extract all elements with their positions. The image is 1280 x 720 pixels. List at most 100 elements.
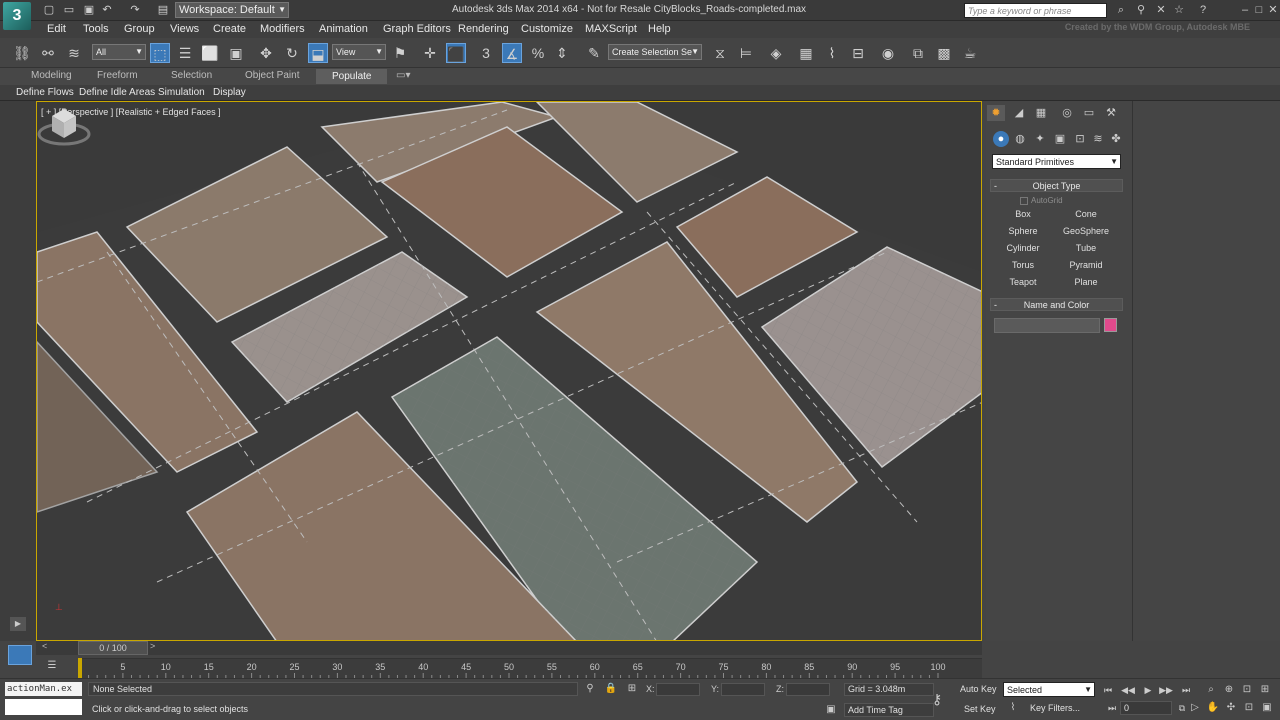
simulation-button[interactable]: Simulation (158, 87, 205, 98)
tab-modeling[interactable]: Modeling (31, 70, 72, 81)
utilities-tab-icon[interactable]: ⚒ (1102, 105, 1120, 121)
time-slider[interactable]: < 0 / 100 > (36, 641, 982, 655)
zoom-all-icon[interactable]: ⊕ (1222, 683, 1236, 697)
tab-object-paint[interactable]: Object Paint (245, 70, 299, 81)
field-of-view-icon[interactable]: ▷ (1188, 701, 1202, 715)
lights-icon[interactable]: ✦ (1032, 131, 1048, 147)
key-icon[interactable]: ⚷ (932, 691, 942, 708)
favorites-icon[interactable]: ☆ (1172, 3, 1186, 17)
curve-editor-icon[interactable]: ⌇ (822, 43, 842, 63)
tab-freeform[interactable]: Freeform (97, 70, 138, 81)
subscription-icon[interactable]: ⚲ (1134, 3, 1148, 17)
sphere-button[interactable]: Sphere (992, 224, 1054, 239)
perspective-viewport[interactable]: [ + ] [Perspective ] [Realistic + Edged … (36, 101, 982, 641)
minimize-icon[interactable]: – (1238, 3, 1252, 17)
modify-tab-icon[interactable]: ◢ (1010, 105, 1028, 121)
close-icon[interactable]: ✕ (1266, 3, 1280, 17)
key-mode-toggle-icon[interactable]: ⏭ (1104, 701, 1120, 715)
spinner-snap-icon[interactable]: ⇕ (552, 43, 572, 63)
menu-edit[interactable]: Edit (47, 23, 66, 35)
selection-filter-dropdown[interactable]: All ▼ (92, 44, 146, 60)
x-coordinate-input[interactable] (656, 683, 700, 696)
pan-view-icon[interactable]: ✋ (1206, 701, 1220, 715)
track-bar[interactable]: 5 10 15 20 25 30 35 40 45 50 55 60 65 70 75 80 85 90 95 100 (80, 658, 982, 679)
menu-animation[interactable]: Animation (319, 23, 368, 35)
tab-selection[interactable]: Selection (171, 70, 212, 81)
menu-views[interactable]: Views (170, 23, 199, 35)
define-idle-areas-button[interactable]: Define Idle Areas (79, 87, 155, 98)
named-selection-dropdown[interactable]: Create Selection Se ▼ (608, 44, 702, 60)
tangent-icon[interactable]: ⌇ (1006, 701, 1020, 715)
shapes-icon[interactable]: ◍ (1012, 131, 1028, 147)
app-logo-icon[interactable]: 3 (3, 2, 31, 30)
plane-button[interactable]: Plane (1055, 275, 1117, 290)
snaps-toggle-icon[interactable]: 3 (476, 43, 496, 63)
maxscript-listener-input[interactable]: actionMan.ex (5, 682, 82, 696)
object-type-rollout[interactable]: - Object Type (990, 179, 1123, 192)
viewport-toggle-icon[interactable]: ▣ (1260, 701, 1274, 715)
pyramid-button[interactable]: Pyramid (1055, 258, 1117, 273)
reference-coordinate-dropdown[interactable]: View ▼ (332, 44, 386, 60)
menu-customize[interactable]: Customize (521, 23, 573, 35)
open-file-icon[interactable]: ▭ (62, 3, 76, 17)
rendered-frame-window-icon[interactable]: ▩ (934, 43, 954, 63)
go-to-start-icon[interactable]: ⏮ (1100, 683, 1116, 697)
maximize-viewport-icon[interactable]: ⊡ (1242, 701, 1256, 715)
graphite-toggle-icon[interactable]: ▦ (796, 43, 816, 63)
current-frame-input[interactable]: 0 (1120, 701, 1172, 715)
object-color-swatch[interactable] (1104, 318, 1117, 332)
auto-key-button[interactable]: Auto Key (960, 684, 997, 694)
zoom-extents-icon[interactable]: ⊡ (1240, 683, 1254, 697)
y-coordinate-input[interactable] (721, 683, 765, 696)
torus-button[interactable]: Torus (992, 258, 1054, 273)
play-icon[interactable]: ▶ (1140, 683, 1156, 697)
new-file-icon[interactable]: ▢ (42, 3, 56, 17)
communication-icon[interactable]: ✕ (1154, 3, 1168, 17)
space-warps-icon[interactable]: ≋ (1090, 131, 1106, 147)
time-slider-prev-icon[interactable]: < (42, 641, 47, 651)
align-icon[interactable]: ⊨ (736, 43, 756, 63)
percent-snap-icon[interactable]: % (528, 43, 548, 63)
scale-icon[interactable]: ⬓ (308, 43, 328, 63)
window-crossing-icon[interactable]: ▣ (226, 43, 246, 63)
previous-frame-icon[interactable]: ◀◀ (1120, 683, 1136, 697)
name-and-color-rollout[interactable]: - Name and Color (990, 298, 1123, 311)
time-slider-handle[interactable]: 0 / 100 (78, 641, 148, 655)
zoom-icon[interactable]: ⌕ (1204, 683, 1218, 697)
save-file-icon[interactable]: ▣ (82, 3, 96, 17)
cameras-icon[interactable]: ▣ (1052, 131, 1068, 147)
mirror-icon[interactable]: ⧖ (710, 43, 730, 63)
unlink-icon[interactable]: ⚯ (38, 43, 58, 63)
schematic-view-icon[interactable]: ⊟ (848, 43, 868, 63)
bind-space-warp-icon[interactable]: ≋ (64, 43, 84, 63)
render-setup-icon[interactable]: ⧉ (908, 43, 928, 63)
systems-icon[interactable]: ✤ (1108, 131, 1124, 147)
cone-button[interactable]: Cone (1055, 207, 1117, 222)
add-time-tag-button[interactable]: Add Time Tag (844, 703, 934, 717)
maxscript-output[interactable] (5, 699, 82, 715)
search-icon[interactable]: ⌕ (1114, 3, 1128, 17)
time-slider-next-icon[interactable]: > (150, 641, 155, 651)
create-tab-icon[interactable]: ✹ (987, 105, 1005, 121)
selection-set-dropdown[interactable]: Selected ▼ (1003, 682, 1095, 697)
menu-tools[interactable]: Tools (83, 23, 109, 35)
object-name-input[interactable] (994, 318, 1100, 333)
hierarchy-tab-icon[interactable]: ▦ (1032, 105, 1050, 121)
key-filters-button[interactable]: Key Filters... (1030, 703, 1080, 713)
geosphere-button[interactable]: GeoSphere (1055, 224, 1117, 239)
select-manipulate-icon[interactable]: ✛ (420, 43, 440, 63)
isolate-selection-icon[interactable]: ⚲ (583, 682, 597, 696)
menu-modifiers[interactable]: Modifiers (260, 23, 305, 35)
search-input[interactable]: Type a keyword or phrase (964, 3, 1107, 18)
set-key-button[interactable]: Set Key (964, 704, 996, 714)
rectangular-selection-icon[interactable]: ⬜ (200, 43, 220, 63)
select-object-icon[interactable]: ⬚ (150, 43, 170, 63)
tab-populate[interactable]: Populate (316, 69, 388, 84)
help-icon[interactable]: ? (1196, 3, 1210, 17)
helpers-icon[interactable]: ⊡ (1072, 131, 1088, 147)
cylinder-button[interactable]: Cylinder (992, 241, 1054, 256)
track-bar-icon[interactable]: ☰ (44, 660, 60, 674)
ribbon-options-icon[interactable]: ▭▾ (396, 70, 410, 81)
redo-icon[interactable]: ↷ (128, 3, 142, 17)
play-icon[interactable]: ▶ (10, 617, 26, 631)
